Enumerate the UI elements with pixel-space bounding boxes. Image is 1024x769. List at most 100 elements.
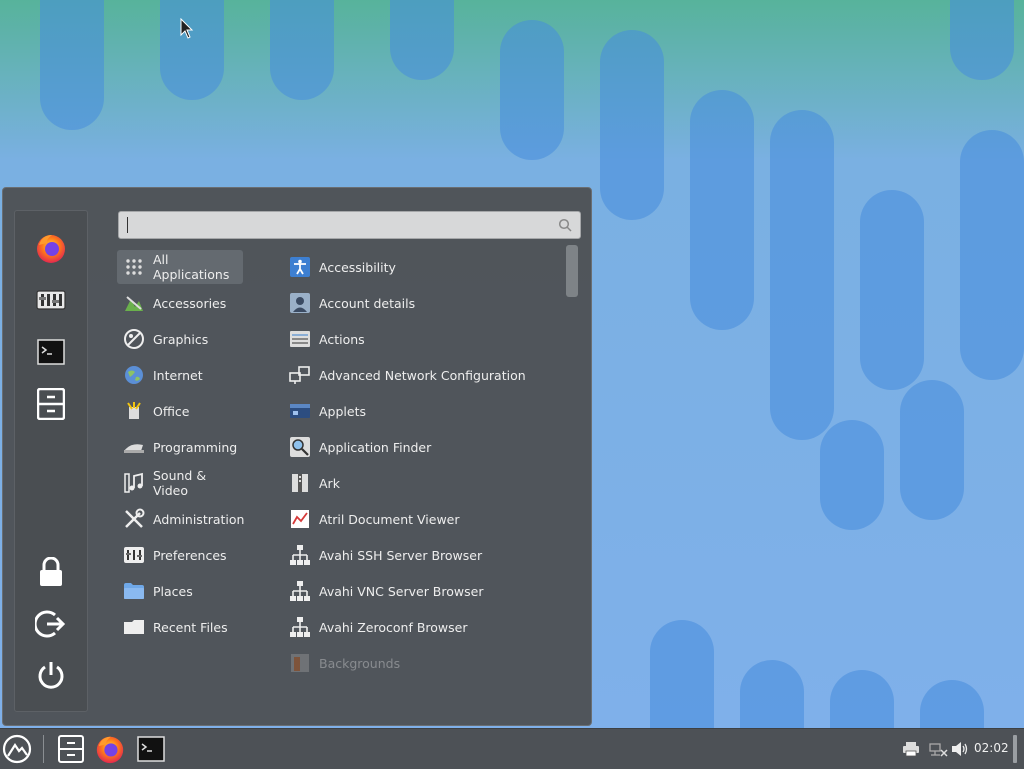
category-office[interactable]: Office (117, 394, 243, 428)
folder-icon (123, 580, 145, 602)
scrollbar-thumb[interactable] (566, 245, 578, 297)
favorite-system-settings[interactable] (32, 281, 70, 319)
category-label: Administration (153, 511, 245, 527)
network-tray[interactable] (928, 739, 948, 759)
printer-icon (903, 742, 919, 757)
text-caret (127, 217, 128, 233)
app-accessibility[interactable]: Accessibility (285, 250, 555, 284)
category-label: Internet (153, 367, 203, 383)
programming-icon (123, 436, 145, 458)
category-label: Graphics (153, 331, 209, 347)
firefox-icon (96, 736, 124, 764)
app-application-finder[interactable]: Application Finder (285, 430, 555, 464)
app-label: Backgrounds (319, 655, 401, 671)
favorite-firefox[interactable] (32, 229, 70, 267)
category-places[interactable]: Places (117, 574, 243, 608)
category-recent-files[interactable]: Recent Files (117, 610, 243, 644)
recent-files-icon (123, 616, 145, 638)
category-all-applications[interactable]: All Applications (117, 250, 243, 284)
app-advanced-network-configuration[interactable]: Advanced Network Configuration (285, 358, 555, 392)
category-label: Recent Files (153, 619, 228, 635)
category-label: Preferences (153, 547, 227, 563)
category-programming[interactable]: Programming (117, 430, 243, 464)
category-preferences[interactable]: Preferences (117, 538, 243, 572)
app-label: Atril Document Viewer (319, 511, 460, 527)
app-account-details[interactable]: Account details (285, 286, 555, 320)
launcher-firefox[interactable] (94, 733, 126, 765)
accessibility-icon (289, 256, 311, 278)
app-label: Actions (319, 331, 365, 347)
favorites-sidebar (14, 210, 88, 712)
category-administration[interactable]: Administration (117, 502, 245, 536)
network-disconnected-icon (929, 743, 948, 757)
category-label: All Applications (153, 252, 230, 282)
clock[interactable]: 02:02 (974, 741, 1009, 755)
app-backgrounds[interactable]: Backgrounds (285, 646, 555, 680)
category-label: Programming (153, 439, 238, 455)
scrollbar[interactable] (566, 245, 580, 715)
search-icon (558, 218, 572, 232)
show-desktop-button[interactable] (1013, 735, 1017, 763)
avahi-icon (289, 544, 311, 566)
launcher-file-manager[interactable] (55, 733, 87, 765)
app-label: Account details (319, 295, 416, 311)
app-avahi-ssh-server-browser[interactable]: Avahi SSH Server Browser (285, 538, 555, 572)
lock-screen-icon (40, 557, 62, 586)
globe-icon (123, 364, 145, 386)
terminal-icon (37, 339, 65, 365)
category-label: Sound & Video (153, 468, 207, 498)
sound-video-icon (123, 472, 145, 494)
app-actions[interactable]: Actions (285, 322, 555, 356)
category-sound-video[interactable]: Sound & Video (117, 466, 243, 500)
app-avahi-vnc-server-browser[interactable]: Avahi VNC Server Browser (285, 574, 555, 608)
finder-icon (289, 436, 311, 458)
launcher-terminal[interactable] (135, 733, 167, 765)
taskbar: 02:02 (0, 728, 1024, 769)
app-ark[interactable]: Ark (285, 466, 555, 500)
category-accessories[interactable]: Accessories (117, 286, 243, 320)
app-label: Advanced Network Configuration (319, 367, 526, 383)
preferences-icon (123, 544, 145, 566)
account-icon (289, 292, 311, 314)
volume-tray[interactable] (951, 739, 969, 759)
panel-separator (43, 735, 44, 763)
logout-icon (35, 610, 66, 638)
document-viewer-icon (289, 508, 311, 530)
backgrounds-icon (289, 652, 311, 674)
lock-screen-button[interactable] (32, 553, 70, 591)
category-graphics[interactable]: Graphics (117, 322, 243, 356)
firefox-icon (37, 235, 65, 263)
logout-button[interactable] (32, 605, 70, 643)
app-label: Application Finder (319, 439, 432, 455)
app-applets[interactable]: Applets (285, 394, 555, 428)
accessories-icon (123, 292, 145, 314)
menu-logo-icon (2, 734, 32, 764)
terminal-icon (137, 736, 165, 762)
favorite-terminal[interactable] (32, 333, 70, 371)
grid-icon (123, 256, 145, 278)
search-box[interactable] (118, 211, 581, 239)
applets-icon (289, 400, 311, 422)
power-icon (38, 662, 64, 689)
menu-button[interactable] (1, 733, 33, 765)
category-label: Places (153, 583, 193, 599)
file-manager-icon (37, 388, 65, 420)
power-button[interactable] (32, 657, 70, 695)
app-label: Avahi SSH Server Browser (319, 547, 483, 563)
search-input[interactable] (125, 215, 549, 237)
network-icon (289, 364, 311, 386)
app-avahi-zeroconf-browser[interactable]: Avahi Zeroconf Browser (285, 610, 555, 644)
file-manager-icon (58, 735, 84, 763)
actions-icon (289, 328, 311, 350)
app-label: Accessibility (319, 259, 396, 275)
ark-icon (289, 472, 311, 494)
printer-tray[interactable] (902, 739, 920, 759)
favorite-file-manager[interactable] (32, 385, 70, 423)
mouse-cursor-icon (180, 18, 194, 39)
office-icon (123, 400, 145, 422)
avahi-icon (289, 580, 311, 602)
volume-icon (952, 742, 968, 756)
avahi-icon (289, 616, 311, 638)
category-internet[interactable]: Internet (117, 358, 243, 392)
app-atril-document-viewer[interactable]: Atril Document Viewer (285, 502, 555, 536)
